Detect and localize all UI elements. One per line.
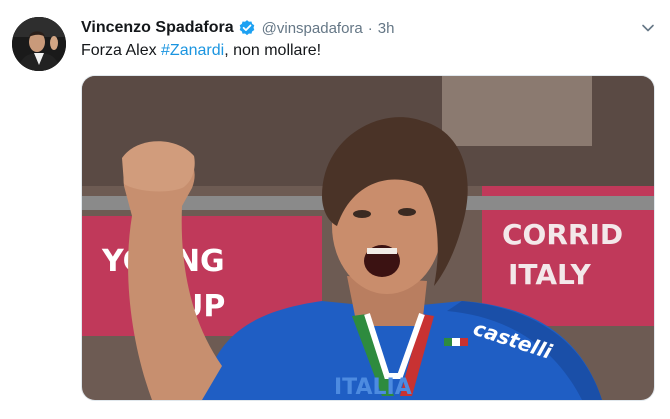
author-handle[interactable]: @vinspadafora xyxy=(262,20,363,37)
hashtag-link[interactable]: #Zanardi xyxy=(161,42,224,59)
separator-dot: · xyxy=(367,19,373,37)
author-avatar[interactable] xyxy=(12,17,66,71)
photo-athlete-celebrating: YCLING CUP CORRID ITALY castelli ITALIA xyxy=(82,76,654,400)
tweet-header: Vincenzo Spadafora @vinspadafora · 3h xyxy=(81,17,394,39)
banner-right-line2: ITALY xyxy=(508,258,591,291)
fist xyxy=(122,141,195,192)
author-display-name[interactable]: Vincenzo Spadafora xyxy=(81,19,234,37)
tweet-text-prefix: Forza Alex xyxy=(81,42,162,59)
avatar-photo xyxy=(12,17,66,71)
tweet-text-suffix: , non mollare! xyxy=(224,42,322,59)
verified-badge-icon xyxy=(239,20,254,36)
banner-right-line1: CORRID xyxy=(502,218,623,251)
tweet-text: Forza Alex #Zanardi, non mollare! xyxy=(81,42,321,60)
chevron-down-icon[interactable] xyxy=(640,20,656,36)
jersey-country: ITALIA xyxy=(334,375,412,400)
tweet-media-photo[interactable]: YCLING CUP CORRID ITALY castelli ITALIA xyxy=(81,75,655,401)
tweet-timestamp[interactable]: 3h xyxy=(378,20,395,37)
